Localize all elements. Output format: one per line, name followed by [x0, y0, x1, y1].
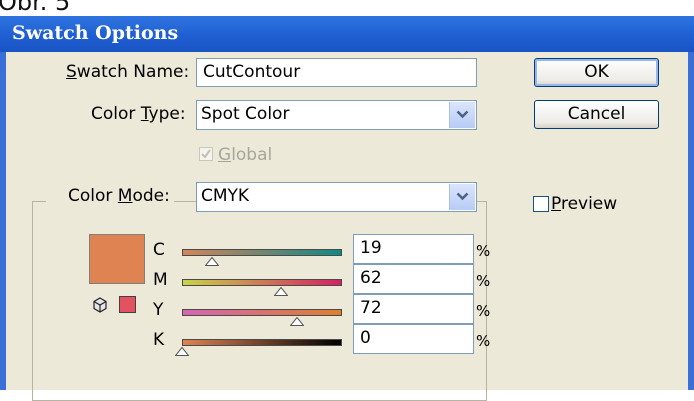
color-type-label-pre: Color: [91, 104, 141, 124]
slider-thumb-icon[interactable]: [274, 287, 289, 296]
color-mode-label-mnemonic: M: [117, 186, 133, 206]
channel-slider-k[interactable]: [182, 339, 342, 346]
slider-thumb-icon[interactable]: [175, 347, 189, 356]
ok-button[interactable]: OK: [534, 58, 659, 87]
color-mode-dropdown-button[interactable]: [449, 184, 475, 210]
color-mode-label-pre: Color: [68, 186, 118, 206]
color-type-label-rest: ype:: [148, 104, 186, 124]
preview-label: Preview: [551, 194, 617, 214]
page-caption-fragment: Obr. 5: [0, 0, 694, 16]
channel-value-input-y[interactable]: 72: [353, 294, 474, 324]
cube-gamut-icon[interactable]: [92, 297, 108, 313]
channel-slider-c[interactable]: [182, 249, 342, 256]
page-caption-text: Obr. 5: [0, 0, 71, 16]
slider-thumb-icon[interactable]: [205, 257, 220, 266]
dialog-titlebar[interactable]: Swatch Options: [0, 16, 694, 52]
color-type-dropdown-button[interactable]: [449, 102, 475, 128]
preview-label-mnemonic: P: [551, 194, 561, 214]
slider-thumb-icon[interactable]: [290, 317, 305, 326]
preview-checkbox[interactable]: [533, 196, 549, 212]
swatch-options-dialog: Swatch Options Swatch Name: CutContour C…: [0, 16, 694, 401]
channel-label-m: M: [153, 270, 168, 290]
channel-label-c: C: [153, 240, 165, 260]
channel-slider-m[interactable]: [182, 279, 342, 286]
chevron-down-icon: [456, 192, 469, 201]
global-label-mnemonic: G: [218, 145, 232, 165]
channel-value-input-m[interactable]: 62: [353, 264, 474, 294]
channel-label-k: K: [153, 330, 165, 350]
swatch-name-label: Swatch Name:: [66, 62, 189, 82]
global-label-rest: lobal: [231, 145, 273, 165]
channel-value-input-k[interactable]: 0: [353, 324, 474, 354]
percent-unit-label: %: [476, 332, 491, 350]
color-type-label: Color Type:: [91, 104, 186, 124]
checkmark-icon: [201, 149, 211, 159]
color-mode-value: CMYK: [201, 186, 250, 206]
color-mode-select[interactable]: CMYK: [196, 182, 477, 212]
color-type-label-mnemonic: T: [140, 104, 149, 124]
swatch-name-label-mnemonic: S: [66, 62, 77, 82]
global-checkbox[interactable]: [199, 147, 213, 161]
global-label: Global: [218, 145, 272, 165]
cancel-button[interactable]: Cancel: [534, 100, 659, 129]
channel-label-y: Y: [153, 300, 164, 320]
swatch-name-label-rest: watch Name:: [76, 62, 190, 82]
channel-value-input-c[interactable]: 19: [353, 234, 474, 264]
percent-unit-label: %: [476, 302, 491, 320]
preview-label-rest: review: [560, 194, 618, 214]
chevron-down-icon: [456, 110, 469, 119]
color-mode-label: Color Mode:: [46, 186, 174, 206]
color-type-select[interactable]: Spot Color: [196, 100, 477, 130]
percent-unit-label: %: [476, 242, 491, 260]
percent-unit-label: %: [476, 272, 491, 290]
channel-slider-y[interactable]: [182, 309, 342, 316]
dialog-title: Swatch Options: [12, 22, 179, 44]
dialog-client-area: Swatch Name: CutContour Color Type: Spot…: [6, 52, 688, 401]
swatch-name-input[interactable]: CutContour: [196, 58, 477, 87]
color-type-value: Spot Color: [201, 104, 290, 124]
out-of-gamut-swatch[interactable]: [119, 296, 136, 313]
color-swatch-preview: [89, 234, 145, 284]
color-mode-label-rest: ode:: [132, 186, 170, 206]
